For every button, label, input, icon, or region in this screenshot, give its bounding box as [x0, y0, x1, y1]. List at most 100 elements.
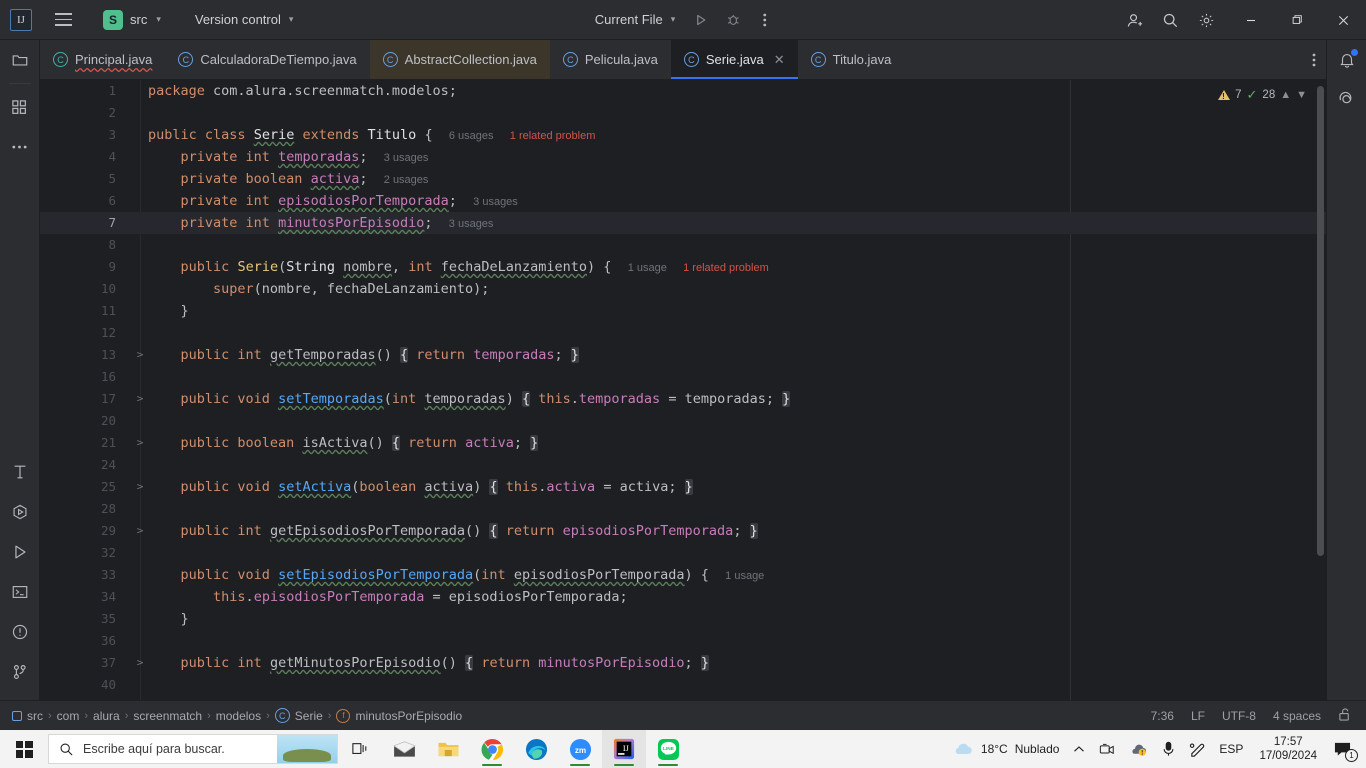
pen-tray-icon[interactable] [1182, 730, 1212, 768]
code-line: 40 [40, 674, 1326, 696]
sidebar-item-run[interactable] [0, 532, 40, 572]
editor-vertical-scrollbar[interactable] [1317, 86, 1324, 556]
sidebar-item-terminal[interactable] [0, 572, 40, 612]
search-icon[interactable] [1156, 6, 1184, 34]
system-tray: 18°C Nublado ESP 17:57 17/09/2024 1 [945, 730, 1366, 768]
unlocked-padlock-icon[interactable] [1338, 707, 1352, 725]
fold-arrow-icon[interactable]: > [134, 432, 146, 454]
code-line: 29 > public int getEpisodiosPorTemporada(… [40, 520, 1326, 542]
tab-serie-java[interactable]: C Serie.java ✕ [670, 40, 798, 79]
sidebar-item-git[interactable] [0, 652, 40, 692]
edge-app[interactable] [514, 730, 558, 768]
sidebar-item-problems[interactable] [0, 612, 40, 652]
debug-button[interactable] [719, 6, 747, 34]
code-line: 34 this.episodiosPorTemporada = episodio… [40, 586, 1326, 608]
caret-position[interactable]: 7:36 [1151, 709, 1174, 723]
notification-center-button[interactable]: 1 [1326, 730, 1362, 768]
clock-widget[interactable]: 17:57 17/09/2024 [1250, 735, 1326, 764]
fold-arrow-icon[interactable]: > [134, 652, 146, 674]
line-number: 20 [100, 413, 116, 428]
chrome-app[interactable] [470, 730, 514, 768]
close-button[interactable] [1320, 0, 1366, 40]
breadcrumb: src › com › alura › screenmatch › modelo… [12, 708, 462, 723]
status-bar: src › com › alura › screenmatch › modelo… [0, 700, 1366, 730]
code-lines[interactable]: 1 package com.alura.screenmatch.modelos; … [40, 80, 1326, 700]
sidebar-item-notifications[interactable] [1327, 40, 1366, 80]
weather-widget[interactable]: 18°C Nublado [945, 730, 1067, 768]
hamburger-menu-icon[interactable] [48, 0, 78, 40]
project-widget[interactable]: S src ▾ [96, 7, 168, 33]
code-editor[interactable]: 7 ✓ 28 ▲ ▼ 1package com.alura.screenmatc… [40, 80, 1326, 700]
chevron-up-icon[interactable]: ▲ [1280, 89, 1291, 101]
breadcrumb-item-minutosporepisodio[interactable]: f minutosPorEpisodio [336, 708, 462, 723]
problem-hint: 1 related problem [683, 262, 769, 274]
breadcrumb-item-screenmatch[interactable]: screenmatch [133, 709, 202, 723]
breadcrumb-separator: › [327, 709, 332, 722]
line-number: 35 [100, 611, 116, 626]
zoom-app[interactable]: zm [558, 730, 602, 768]
run-button[interactable] [687, 6, 715, 34]
run-configuration-selector[interactable]: Current File ▾ [587, 8, 683, 31]
breadcrumb-item-serie[interactable]: C Serie [274, 708, 323, 723]
breadcrumb-item-src[interactable]: src [12, 709, 43, 723]
tab-list-more-icon[interactable] [1302, 40, 1326, 79]
onedrive-tray-icon[interactable] [1122, 730, 1155, 768]
fold-arrow-icon[interactable]: > [134, 476, 146, 498]
maximize-button[interactable] [1274, 0, 1320, 40]
sidebar-item-ai-assistant[interactable] [1327, 80, 1366, 120]
code-line: 11 } [40, 300, 1326, 322]
line-number: 24 [100, 457, 116, 472]
minimize-button[interactable] [1228, 0, 1274, 40]
file-encoding[interactable]: UTF-8 [1222, 709, 1256, 723]
usage-hint: 3 usages [383, 152, 429, 164]
microphone-tray-icon[interactable] [1155, 730, 1182, 768]
language-indicator[interactable]: ESP [1212, 730, 1250, 768]
fold-arrow-icon[interactable]: > [134, 388, 146, 410]
java-class-icon: C [382, 52, 398, 67]
line-icon: LINE [657, 738, 679, 760]
account-icon[interactable] [1120, 6, 1148, 34]
windows-start-icon[interactable] [0, 730, 48, 768]
sidebar-item-project[interactable] [0, 40, 40, 80]
camera-tray-icon[interactable] [1092, 730, 1122, 768]
java-class-icon: C [274, 708, 290, 723]
fold-arrow-icon[interactable]: > [134, 344, 146, 366]
sidebar-item-build[interactable] [0, 452, 40, 492]
tab-pelicula-java[interactable]: C Pelicula.java [550, 40, 671, 79]
ij-logo-icon[interactable]: IJ [10, 8, 32, 31]
indent-setting[interactable]: 4 spaces [1273, 709, 1321, 723]
file-explorer-app[interactable] [426, 730, 470, 768]
line-separator[interactable]: LF [1191, 709, 1205, 723]
breadcrumb-item-alura[interactable]: alura [93, 709, 120, 723]
breadcrumb-item-modelos[interactable]: modelos [216, 709, 261, 723]
editor-tab-bar: C Principal.java C CalculadoraDeTiempo.j… [40, 40, 1326, 80]
version-control-widget[interactable]: Version control ▾ [188, 9, 301, 30]
breadcrumb-item-com[interactable]: com [57, 709, 80, 723]
chevron-down-icon[interactable]: ▼ [1296, 89, 1307, 101]
settings-gear-icon[interactable] [1192, 6, 1220, 34]
mail-app[interactable] [382, 730, 426, 768]
more-vertical-icon[interactable] [751, 6, 779, 34]
tab-abstractcollection-java[interactable]: C AbstractCollection.java [369, 40, 550, 79]
tab-principal-java[interactable]: C Principal.java [40, 40, 165, 79]
tab-calculadoradetiempo-java[interactable]: C CalculadoraDeTiempo.java [165, 40, 369, 79]
fold-arrow-icon[interactable]: > [134, 520, 146, 542]
tab-titulo-java[interactable]: C Titulo.java [798, 40, 905, 79]
sidebar-item-more[interactable] [0, 127, 40, 167]
code-line: 16 [40, 366, 1326, 388]
java-class-icon: C [53, 52, 68, 67]
line-number: 9 [108, 259, 116, 274]
sidebar-item-services[interactable] [0, 492, 40, 532]
close-icon[interactable]: ✕ [774, 52, 785, 68]
task-view-button[interactable] [338, 730, 382, 768]
usage-hint: 3 usages [448, 218, 494, 230]
check-icon: ✓ [1246, 87, 1258, 102]
inspection-widget[interactable]: 7 ✓ 28 ▲ ▼ [1213, 84, 1312, 106]
sidebar-item-structure[interactable] [0, 87, 40, 127]
line-number: 33 [100, 567, 116, 582]
show-hidden-icons-button[interactable] [1066, 730, 1092, 768]
intellij-app[interactable]: IJ [602, 730, 646, 768]
version-control-label: Version control [194, 12, 281, 27]
line-app[interactable]: LINE [646, 730, 690, 768]
search-input[interactable]: Escribe aquí para buscar. [48, 734, 338, 764]
